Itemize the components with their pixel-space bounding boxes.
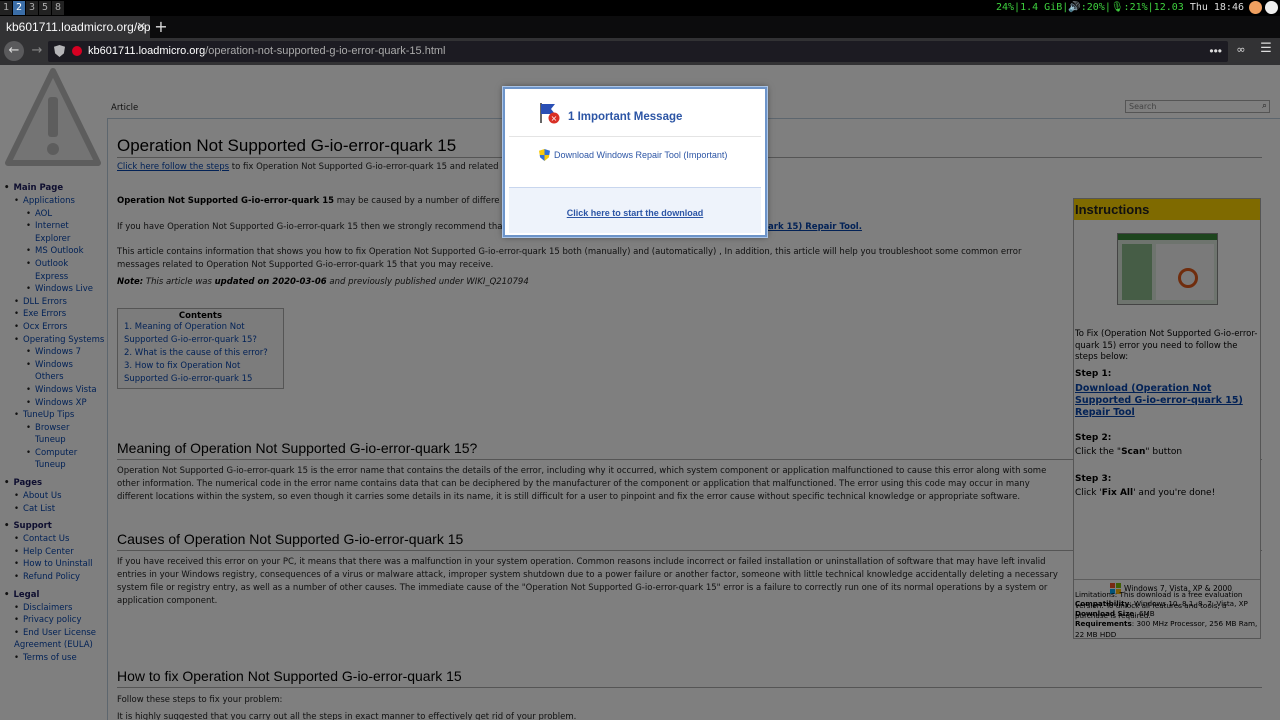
forward-arrow-icon[interactable]: →: [27, 41, 47, 61]
hamburger-menu-icon[interactable]: ☰: [1259, 41, 1273, 57]
browser-nav-bar: ← → kb601711.loadmicro.org/operation-not…: [0, 38, 1280, 65]
svg-text:×: ×: [551, 114, 558, 123]
status-readout: 24%|1.4 GiB|🔊:20%|🎙:21%|12.03 Thu 18:46: [995, 2, 1244, 13]
mic-level: 21%: [1129, 2, 1148, 13]
back-arrow-icon[interactable]: ←: [4, 41, 24, 61]
url-bar[interactable]: kb601711.loadmicro.org/operation-not-sup…: [48, 41, 1228, 62]
insecure-lock-icon[interactable]: [72, 46, 82, 56]
tab-title: kb601711.loadmicro.org/ope: [6, 20, 150, 34]
url-host: kb601711.loadmicro.org: [88, 45, 206, 57]
workspace-button[interactable]: 3: [26, 1, 38, 15]
workspace-switcher: 1 2 3 5 8: [0, 1, 64, 15]
browser-tab-active[interactable]: kb601711.loadmicro.org/ope ✕: [0, 16, 150, 38]
tracking-shield-icon[interactable]: [54, 45, 65, 57]
url-path: /operation-not-supported-g-io-error-quar…: [205, 45, 446, 57]
workspace-button[interactable]: 1: [0, 1, 12, 15]
popup-footer: Click here to start the download: [509, 187, 761, 233]
workspace-button[interactable]: 5: [39, 1, 51, 15]
new-tab-button[interactable]: +: [152, 16, 170, 38]
system-bar: 1 2 3 5 8 24%|1.4 GiB|🔊:20%|🎙:21%|12.03 …: [0, 0, 1280, 16]
workspace-button[interactable]: 8: [52, 1, 64, 15]
browser-tab-strip: kb601711.loadmicro.org/ope ✕ +: [0, 16, 1280, 38]
private-mask-icon[interactable]: ∞: [1234, 43, 1248, 57]
memory-usage: 1.4 GiB: [1020, 2, 1063, 13]
system-tray: [1249, 1, 1278, 14]
workspace-button-active[interactable]: 2: [13, 1, 25, 15]
popup-header: × 1 Important Message: [509, 91, 761, 137]
load-average: 12.03: [1153, 2, 1184, 13]
uac-shield-icon: [539, 149, 550, 161]
mic-icon: 🎙: [1110, 2, 1124, 13]
volume-icon: 🔊: [1068, 2, 1081, 13]
volume-level: 20%: [1086, 2, 1105, 13]
tray-disk-icon[interactable]: [1265, 1, 1278, 14]
page-actions-menu-icon[interactable]: •••: [1209, 41, 1222, 62]
clock: Thu 18:46: [1189, 2, 1244, 13]
tray-app-icon[interactable]: [1249, 1, 1262, 14]
cpu-usage: 24%: [995, 2, 1015, 13]
start-download-link[interactable]: Click here to start the download: [509, 208, 761, 218]
popup-download-link[interactable]: Download Windows Repair Tool (Important): [539, 149, 727, 161]
close-tab-icon[interactable]: ✕: [137, 16, 146, 38]
popup-download-label: Download Windows Repair Tool (Important): [554, 150, 728, 160]
error-flag-icon: ×: [540, 103, 560, 124]
important-message-popup: × 1 Important Message Download Windows R…: [503, 87, 767, 237]
popup-title: 1 Important Message: [568, 111, 683, 123]
